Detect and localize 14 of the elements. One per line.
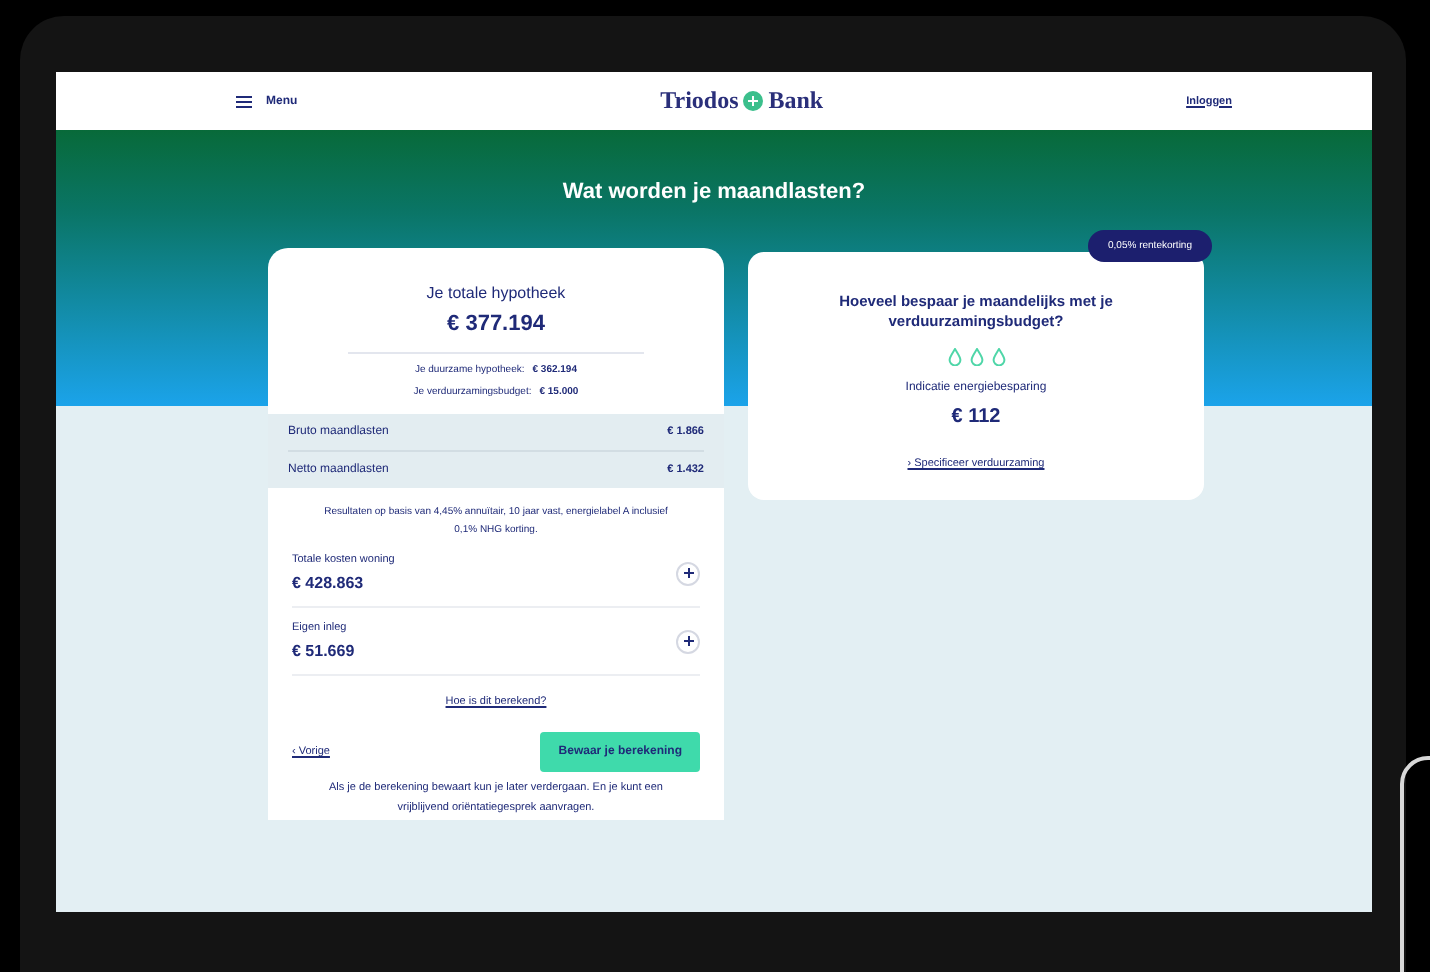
logo-text: Triodos xyxy=(660,86,739,116)
card-heading: Je totale hypotheek xyxy=(424,284,568,302)
page-title: Wat worden je maandlasten? xyxy=(560,180,868,204)
plus-icon xyxy=(683,636,693,646)
savings-amount: € 112 xyxy=(949,406,1003,429)
expand-button[interactable] xyxy=(676,561,700,585)
logo-icon xyxy=(742,90,765,112)
expand-button[interactable] xyxy=(676,629,700,653)
logo-text: Bank xyxy=(768,86,824,116)
menu-icon xyxy=(236,95,252,107)
field-value: € 428.863 xyxy=(292,574,366,592)
field-value: € 51.669 xyxy=(292,642,355,660)
plus-icon xyxy=(683,568,693,578)
total-amount: € 377.194 xyxy=(445,312,547,336)
